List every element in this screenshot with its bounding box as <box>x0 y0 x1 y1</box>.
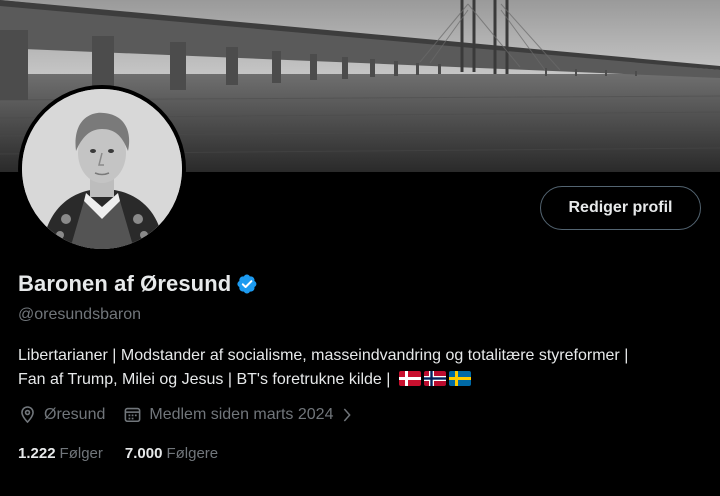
profile-avatar[interactable] <box>18 85 186 253</box>
following-link[interactable]: 1.222 Følger <box>18 445 103 462</box>
following-label: Følger <box>59 445 103 462</box>
profile-bio: Libertarianer | Modstander af socialisme… <box>18 344 658 392</box>
bio-flags <box>398 371 471 386</box>
followers-count: 7.000 <box>124 445 163 462</box>
profile-meta: Øresund Medlem siden marts 2024 <box>18 405 355 424</box>
norway-flag-icon <box>423 371 446 386</box>
chevron-right-icon <box>344 408 352 421</box>
profile-handle: @oresundsbaron <box>18 306 141 323</box>
follow-stats: 1.222 Følger 7.000 Følgere <box>18 445 218 462</box>
edit-profile-button[interactable]: Rediger profil <box>540 186 701 230</box>
profile-name-row: Baronen af Øresund <box>18 271 258 297</box>
bio-text: Libertarianer | Modstander af socialisme… <box>18 347 629 388</box>
following-count: 1.222 <box>18 445 56 462</box>
joined-text: Medlem siden marts 2024 <box>149 405 334 423</box>
profile-name: Baronen af Øresund <box>18 271 232 296</box>
profile-joined[interactable]: Medlem siden marts 2024 <box>123 405 355 424</box>
location-pin-icon <box>21 406 34 424</box>
sweden-flag-icon <box>448 371 471 386</box>
location-text: Øresund <box>44 405 106 423</box>
denmark-flag-icon <box>398 371 421 386</box>
calendar-icon <box>124 407 141 423</box>
followers-label: Følgere <box>166 445 219 462</box>
followers-link[interactable]: 7.000 Følgere <box>125 445 218 462</box>
profile-location: Øresund <box>18 405 105 424</box>
verified-badge-icon[interactable] <box>236 273 258 295</box>
